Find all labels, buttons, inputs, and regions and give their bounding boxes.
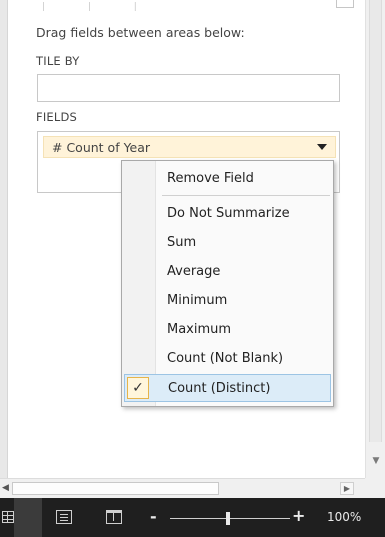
menu-item-label: Average bbox=[167, 264, 221, 279]
menu-item-count-distinct[interactable]: ✓ Count (Distinct) bbox=[124, 374, 331, 402]
normal-view-button[interactable] bbox=[2, 498, 42, 537]
page-layout-icon[interactable] bbox=[56, 510, 72, 524]
field-chip-label: # Count of Year bbox=[52, 140, 151, 155]
tile-by-label: TILE BY bbox=[36, 54, 80, 68]
menu-item-label: Count (Not Blank) bbox=[167, 351, 284, 366]
checkmark-icon: ✓ bbox=[127, 377, 149, 399]
menu-item-count-not-blank[interactable]: Count (Not Blank) bbox=[124, 345, 331, 373]
field-chip-count-of-year[interactable]: # Count of Year bbox=[43, 136, 336, 158]
zoom-slider-thumb[interactable] bbox=[226, 512, 230, 525]
menu-item-average[interactable]: Average bbox=[124, 258, 331, 286]
partial-box bbox=[336, 0, 354, 8]
scrollbar-corner bbox=[365, 478, 385, 498]
grid-icon bbox=[2, 511, 14, 523]
zoom-percent[interactable]: 100% bbox=[327, 510, 361, 524]
left-rail bbox=[0, 0, 8, 478]
partial-top-area: | | | bbox=[30, 0, 360, 12]
field-context-menu: Remove Field Do Not Summarize Sum Averag… bbox=[121, 160, 334, 407]
vertical-scrollbar[interactable]: ▼ bbox=[365, 0, 385, 478]
zoom-slider-track[interactable] bbox=[170, 518, 290, 519]
zoom-out-button[interactable]: - bbox=[150, 507, 157, 526]
menu-item-sum[interactable]: Sum bbox=[124, 229, 331, 257]
drag-hint: Drag fields between areas below: bbox=[36, 25, 245, 40]
menu-item-label: Do Not Summarize bbox=[167, 206, 290, 221]
menu-separator bbox=[162, 195, 330, 196]
partial-ticks: | | | bbox=[42, 2, 157, 12]
menu-item-label: Sum bbox=[167, 235, 197, 250]
menu-item-label: Remove Field bbox=[167, 171, 254, 186]
menu-item-do-not-summarize[interactable]: Do Not Summarize bbox=[124, 200, 331, 228]
vertical-scroll-thumb[interactable] bbox=[369, 0, 382, 442]
menu-item-maximum[interactable]: Maximum bbox=[124, 316, 331, 344]
zoom-in-button[interactable]: + bbox=[292, 506, 305, 525]
fields-label: FIELDS bbox=[36, 110, 78, 124]
menu-item-label: Minimum bbox=[167, 293, 228, 308]
menu-item-label: Count (Distinct) bbox=[168, 381, 271, 396]
tile-by-dropzone[interactable] bbox=[37, 74, 340, 102]
menu-item-minimum[interactable]: Minimum bbox=[124, 287, 331, 315]
status-bar: - + 100% bbox=[0, 498, 385, 537]
horizontal-scrollbar[interactable]: ◀ ▶ bbox=[0, 478, 365, 498]
menu-item-remove-field[interactable]: Remove Field bbox=[124, 165, 331, 193]
chevron-down-icon[interactable] bbox=[317, 144, 327, 150]
page-break-icon[interactable] bbox=[106, 510, 122, 524]
scroll-left-arrow-icon[interactable]: ◀ bbox=[2, 483, 12, 495]
scroll-right-arrow-icon[interactable]: ▶ bbox=[340, 482, 354, 495]
scroll-down-arrow-icon[interactable]: ▼ bbox=[367, 448, 385, 474]
horizontal-scroll-thumb[interactable] bbox=[12, 482, 219, 495]
menu-item-label: Maximum bbox=[167, 322, 232, 337]
